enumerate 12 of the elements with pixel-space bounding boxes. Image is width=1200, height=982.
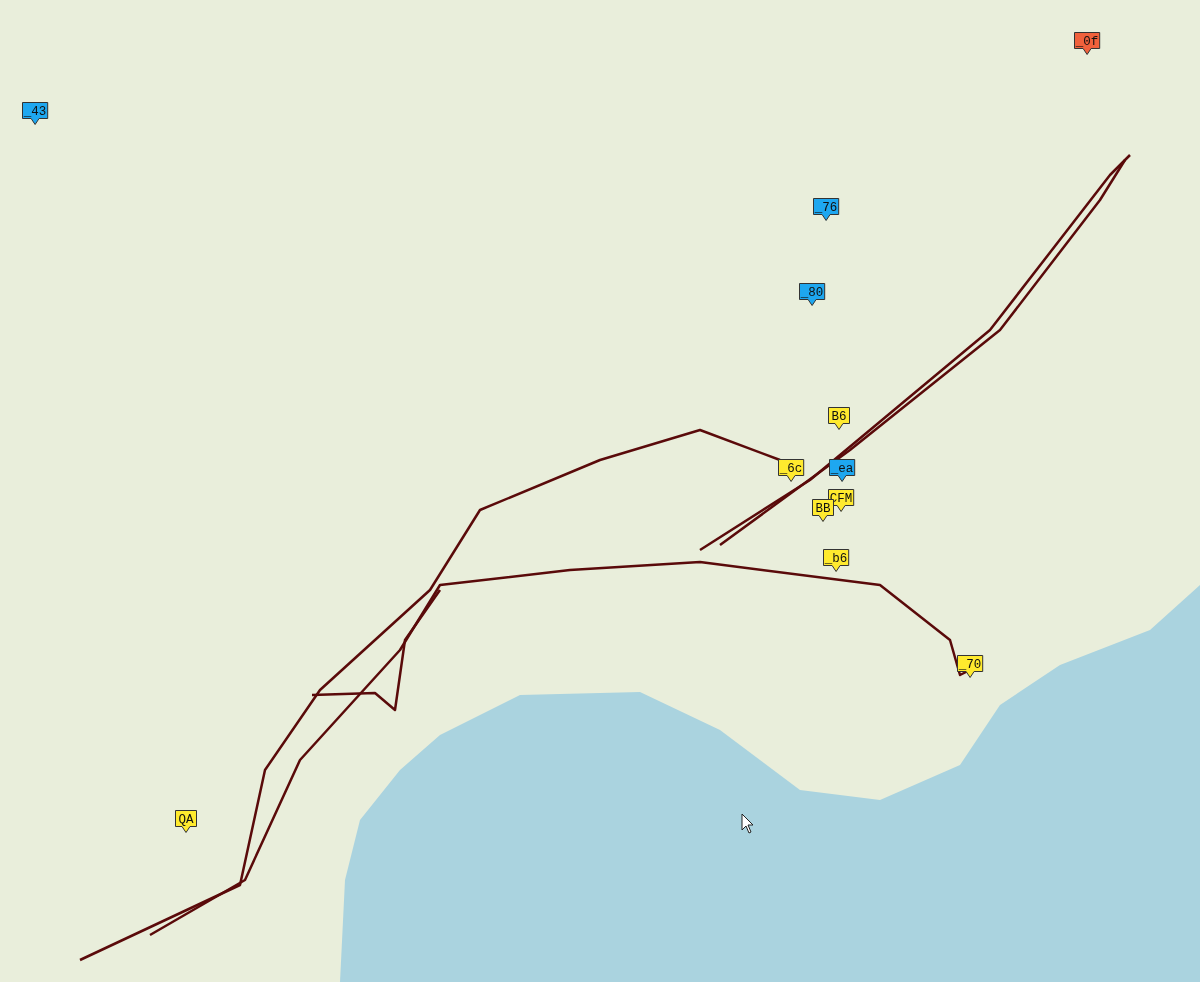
map-marker[interactable]: _b6: [823, 549, 850, 572]
map-marker[interactable]: _0f: [1074, 32, 1101, 55]
map-marker[interactable]: _ea: [829, 459, 856, 482]
map-marker[interactable]: B6: [828, 407, 850, 430]
map-marker[interactable]: BB: [812, 499, 834, 522]
map-marker[interactable]: _70: [957, 655, 984, 678]
map-marker[interactable]: _6c: [778, 459, 805, 482]
map-marker[interactable]: _80: [799, 283, 826, 306]
map-marker[interactable]: _76: [813, 198, 840, 221]
map-marker[interactable]: QA: [175, 810, 197, 833]
map-marker[interactable]: _43: [22, 102, 49, 125]
cursor-icon: [741, 813, 754, 834]
